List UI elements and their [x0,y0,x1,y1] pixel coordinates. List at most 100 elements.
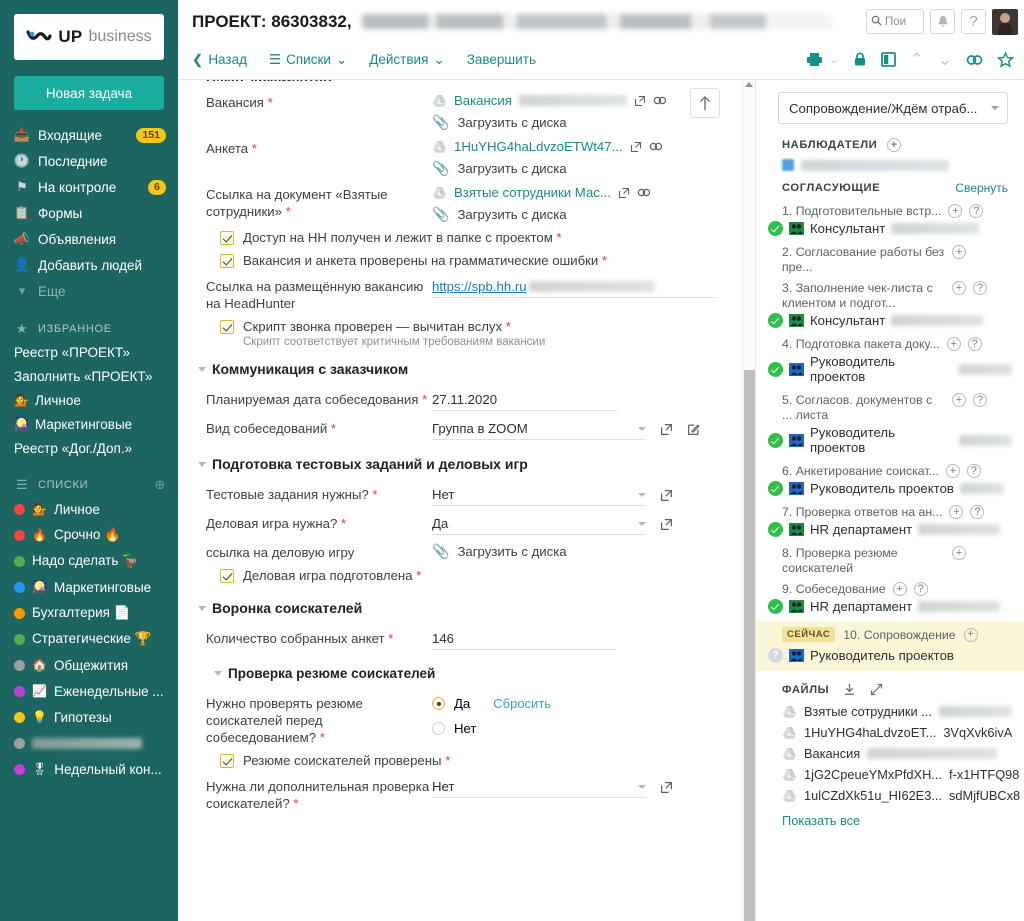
status-select[interactable]: Сопровождение/Ждём отраб... [778,92,1008,124]
actions-menu-button[interactable]: Действия ⌄ [369,52,444,68]
collapse-approvers-link[interactable]: Свернуть [955,181,1008,195]
lock-icon[interactable] [853,52,867,67]
upload-from-disk-vacancy[interactable]: 📎 Загрузить с диска [432,114,716,131]
list-item[interactable]: 💁 Личное [0,496,178,522]
new-task-button[interactable]: Новая задача [14,76,164,110]
upload-from-disk-game[interactable]: 📎 Загрузить с диска [432,543,716,560]
add-approver-icon[interactable]: + [948,204,963,218]
list-item[interactable]: Стратегические 🏆 [0,626,178,652]
list-item[interactable]: 🏠 Общежития [0,652,178,678]
caret-down-icon[interactable] [214,671,222,676]
checkbox-row-grammar[interactable]: Вакансия и анкета проверены на грамматич… [192,249,716,272]
checkbox[interactable] [220,569,234,583]
open-external-icon[interactable] [660,781,673,794]
add-approver-icon[interactable]: + [952,245,966,259]
star-icon[interactable] [997,51,1014,68]
add-approver-icon[interactable]: + [945,464,960,478]
scroll-to-top-button[interactable] [690,88,720,118]
open-external-icon[interactable] [618,187,630,199]
interview-date-input[interactable]: 27.11.2020 [432,390,617,411]
link-icon[interactable] [637,187,651,198]
link-icon[interactable] [966,53,983,67]
file-item[interactable]: Вакансия [756,743,1024,764]
history-icon[interactable]: ? [967,337,982,351]
radio-button[interactable] [432,697,445,710]
favorite-item-personal[interactable]: 💁 Личное [0,388,178,412]
add-approver-icon[interactable]: + [952,281,966,295]
open-external-icon[interactable] [660,518,673,531]
approver-row[interactable]: Руководитель проектов [756,424,1024,459]
scrollbar-thumb[interactable] [744,370,755,921]
list-item[interactable]: 🎖 Недельный кон... [0,756,178,782]
expand-icon[interactable] [870,683,883,696]
game-needed-select[interactable]: Да [432,514,646,535]
add-approver-icon[interactable]: + [946,337,961,351]
caret-down-icon[interactable] [198,605,206,611]
radio-option-no[interactable]: Нет [432,719,716,738]
sidebar-item-more[interactable]: ▾ Еще [0,278,178,304]
approver-row[interactable]: Консультант [756,312,1024,332]
file-item[interactable]: 1ulCZdXk51u_HI62E3... sdMjfUBCx8 [756,785,1024,806]
history-icon[interactable]: ? [913,582,928,596]
checkbox-row-resumes-checked[interactable]: Резюме соискателей проверены * [192,749,716,772]
add-approver-icon[interactable]: + [949,505,964,519]
approver-row[interactable]: Консультант [756,220,1024,240]
edit-icon[interactable] [687,423,700,436]
link-icon[interactable] [649,141,663,152]
document-link[interactable]: 1HuYHG4haLdvzoETWt47... [454,139,623,154]
radio-button[interactable] [432,722,445,735]
open-external-icon[interactable] [660,423,673,436]
list-item[interactable]: 🎑 Маркетинговые [0,574,178,600]
chevron-down-icon[interactable]: ⌄ [938,50,952,70]
sidebar-item-control[interactable]: ⚑ На контроле 6 [0,174,178,200]
watcher-item[interactable] [756,156,1024,177]
checkbox[interactable] [220,231,234,245]
logo[interactable]: UP business [14,14,164,60]
sidebar-item-add-people[interactable]: 👤 Добавить людей [0,252,178,278]
add-approver-icon[interactable]: + [952,546,966,560]
caret-down-icon[interactable] [198,366,206,372]
finish-button[interactable]: Завершить [467,52,536,67]
radio-option-yes[interactable]: Да Сбросить [432,694,716,713]
favorite-item-fill-project[interactable]: Заполнить «ПРОЕКТ» [0,364,178,388]
checkbox[interactable] [220,754,234,768]
history-icon[interactable]: ? [970,505,985,519]
add-approver-icon[interactable]: + [963,627,978,642]
forms-count-input[interactable]: 146 [432,629,617,650]
list-item[interactable]: Надо сделать 🦆 [0,548,178,574]
open-external-icon[interactable] [660,489,673,502]
upload-from-disk-hired[interactable]: 📎 Загрузить с диска [432,206,716,223]
file-item[interactable]: 1jG2CpeueYMxPfdXH... f-x1HTFQ98 [756,764,1024,785]
add-watcher-icon[interactable]: + [887,138,902,152]
section-header-funnel[interactable]: Воронка соискателей [198,600,716,616]
avatar[interactable] [992,8,1018,35]
list-item[interactable]: 💡 Гипотезы [0,704,178,730]
history-icon[interactable]: ? [973,393,987,407]
download-icon[interactable] [843,683,856,696]
approver-row[interactable]: Руководитель проектов [756,353,1024,388]
file-item[interactable]: 1HuYHG4haLdvzoET... 3VqXvk6ivA [756,722,1024,743]
hh-link-input[interactable]: https://spb.hh.ru [432,277,716,298]
favorite-item-registry-project[interactable]: Реестр «ПРОЕКТ» [0,340,178,364]
reset-link[interactable]: Сбросить [493,696,551,711]
list-item[interactable] [0,730,178,756]
panel-icon[interactable] [880,52,896,67]
list-item[interactable]: Бухгалтерия 📄 [0,600,178,626]
list-item[interactable]: 📈 Еженедельные ... [0,678,178,704]
show-all-files-link[interactable]: Показать все [756,806,1024,828]
checkbox[interactable] [220,320,234,334]
section-header-resume-check[interactable]: Проверка резюме соискателей [214,666,716,681]
open-external-icon[interactable] [634,95,646,107]
document-link[interactable]: Вакансия [454,93,512,108]
scroll-up-arrow-icon[interactable] [745,82,753,87]
file-item[interactable]: Взятые сотрудники ... [756,701,1024,722]
favorite-item-marketing[interactable]: 🎑 Маркетинговые [0,412,178,436]
sidebar-item-recent[interactable]: 🕐 Последние [0,148,178,174]
interview-type-select[interactable]: Группа в ZOOM [432,419,646,440]
sidebar-item-announcements[interactable]: 📣 Объявления [0,226,178,252]
open-external-icon[interactable] [630,141,642,153]
add-approver-icon[interactable]: + [892,582,907,596]
section-header-communication[interactable]: Коммуникация с заказчиком [198,361,716,377]
sidebar-item-forms[interactable]: 📋 Формы [0,200,178,226]
chevron-up-icon[interactable]: ⌃ [910,50,924,70]
